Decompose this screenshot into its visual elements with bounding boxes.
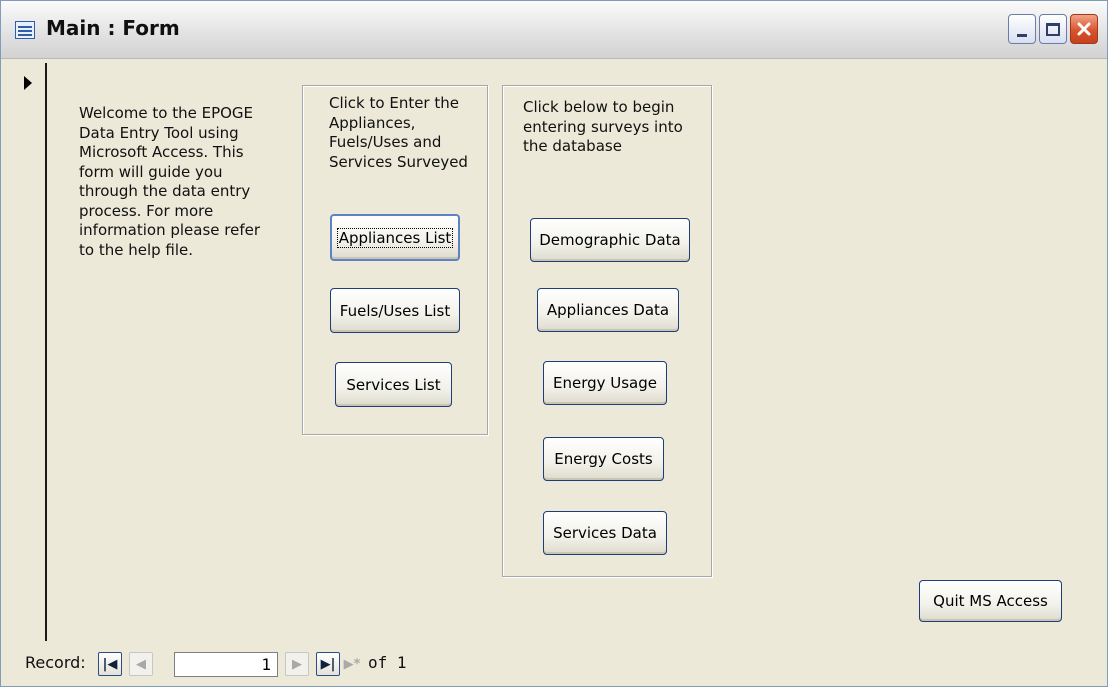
services-data-button[interactable]: Services Data [543, 511, 667, 555]
minimize-button[interactable] [1008, 14, 1036, 44]
last-record-icon: ▶| [320, 656, 336, 672]
last-record-button[interactable]: ▶| [316, 652, 340, 676]
appliances-list-button[interactable]: Appliances List [330, 214, 460, 261]
new-record-icon: ▶* [343, 656, 361, 672]
welcome-text: Welcome to the EPOGE Data Entry Tool usi… [79, 104, 261, 259]
previous-record-icon: ◀ [136, 656, 146, 672]
window-title: Main : Form [46, 16, 180, 40]
form-detail: Welcome to the EPOGE Data Entry Tool usi… [49, 63, 1107, 643]
record-number-input[interactable]: 1 [174, 652, 278, 677]
services-list-button[interactable]: Services List [335, 362, 452, 407]
close-icon [1077, 22, 1091, 36]
next-record-button[interactable]: ▶ [285, 652, 309, 676]
maximize-button[interactable] [1039, 14, 1067, 44]
title-bar[interactable]: Main : Form [1, 1, 1107, 59]
energy-usage-button[interactable]: Energy Usage [543, 361, 667, 405]
previous-record-button[interactable]: ◀ [129, 652, 153, 676]
record-label: Record: [25, 653, 86, 672]
quit-ms-access-button[interactable]: Quit MS Access [919, 580, 1062, 622]
maximize-icon [1046, 22, 1060, 36]
first-record-icon: |◀ [102, 656, 118, 672]
lists-heading: Click to Enter the Appliances, Fuels/Use… [329, 94, 468, 171]
new-record-button[interactable]: ▶* [340, 652, 364, 676]
form-icon [15, 21, 35, 39]
first-record-button[interactable]: |◀ [98, 652, 122, 676]
access-form-window: Main : Form Welcome to the EPOGE Data En… [0, 0, 1108, 687]
next-record-icon: ▶ [292, 656, 302, 672]
appliances-data-button[interactable]: Appliances Data [537, 288, 679, 332]
surveys-heading: Click below to begin entering surveys in… [523, 98, 683, 155]
demographic-data-button[interactable]: Demographic Data [530, 218, 690, 262]
record-selector[interactable] [9, 63, 47, 641]
fuels-uses-list-button[interactable]: Fuels/Uses List [330, 288, 460, 333]
minimize-icon [1017, 33, 1027, 37]
current-record-arrow-icon [24, 76, 32, 90]
record-total-text: of 1 [368, 653, 407, 672]
close-button[interactable] [1070, 14, 1098, 44]
energy-costs-button[interactable]: Energy Costs [543, 437, 664, 481]
record-navigation-bar: Record: |◀ ◀ 1 ▶ ▶| ▶* of 1 [9, 643, 1107, 686]
